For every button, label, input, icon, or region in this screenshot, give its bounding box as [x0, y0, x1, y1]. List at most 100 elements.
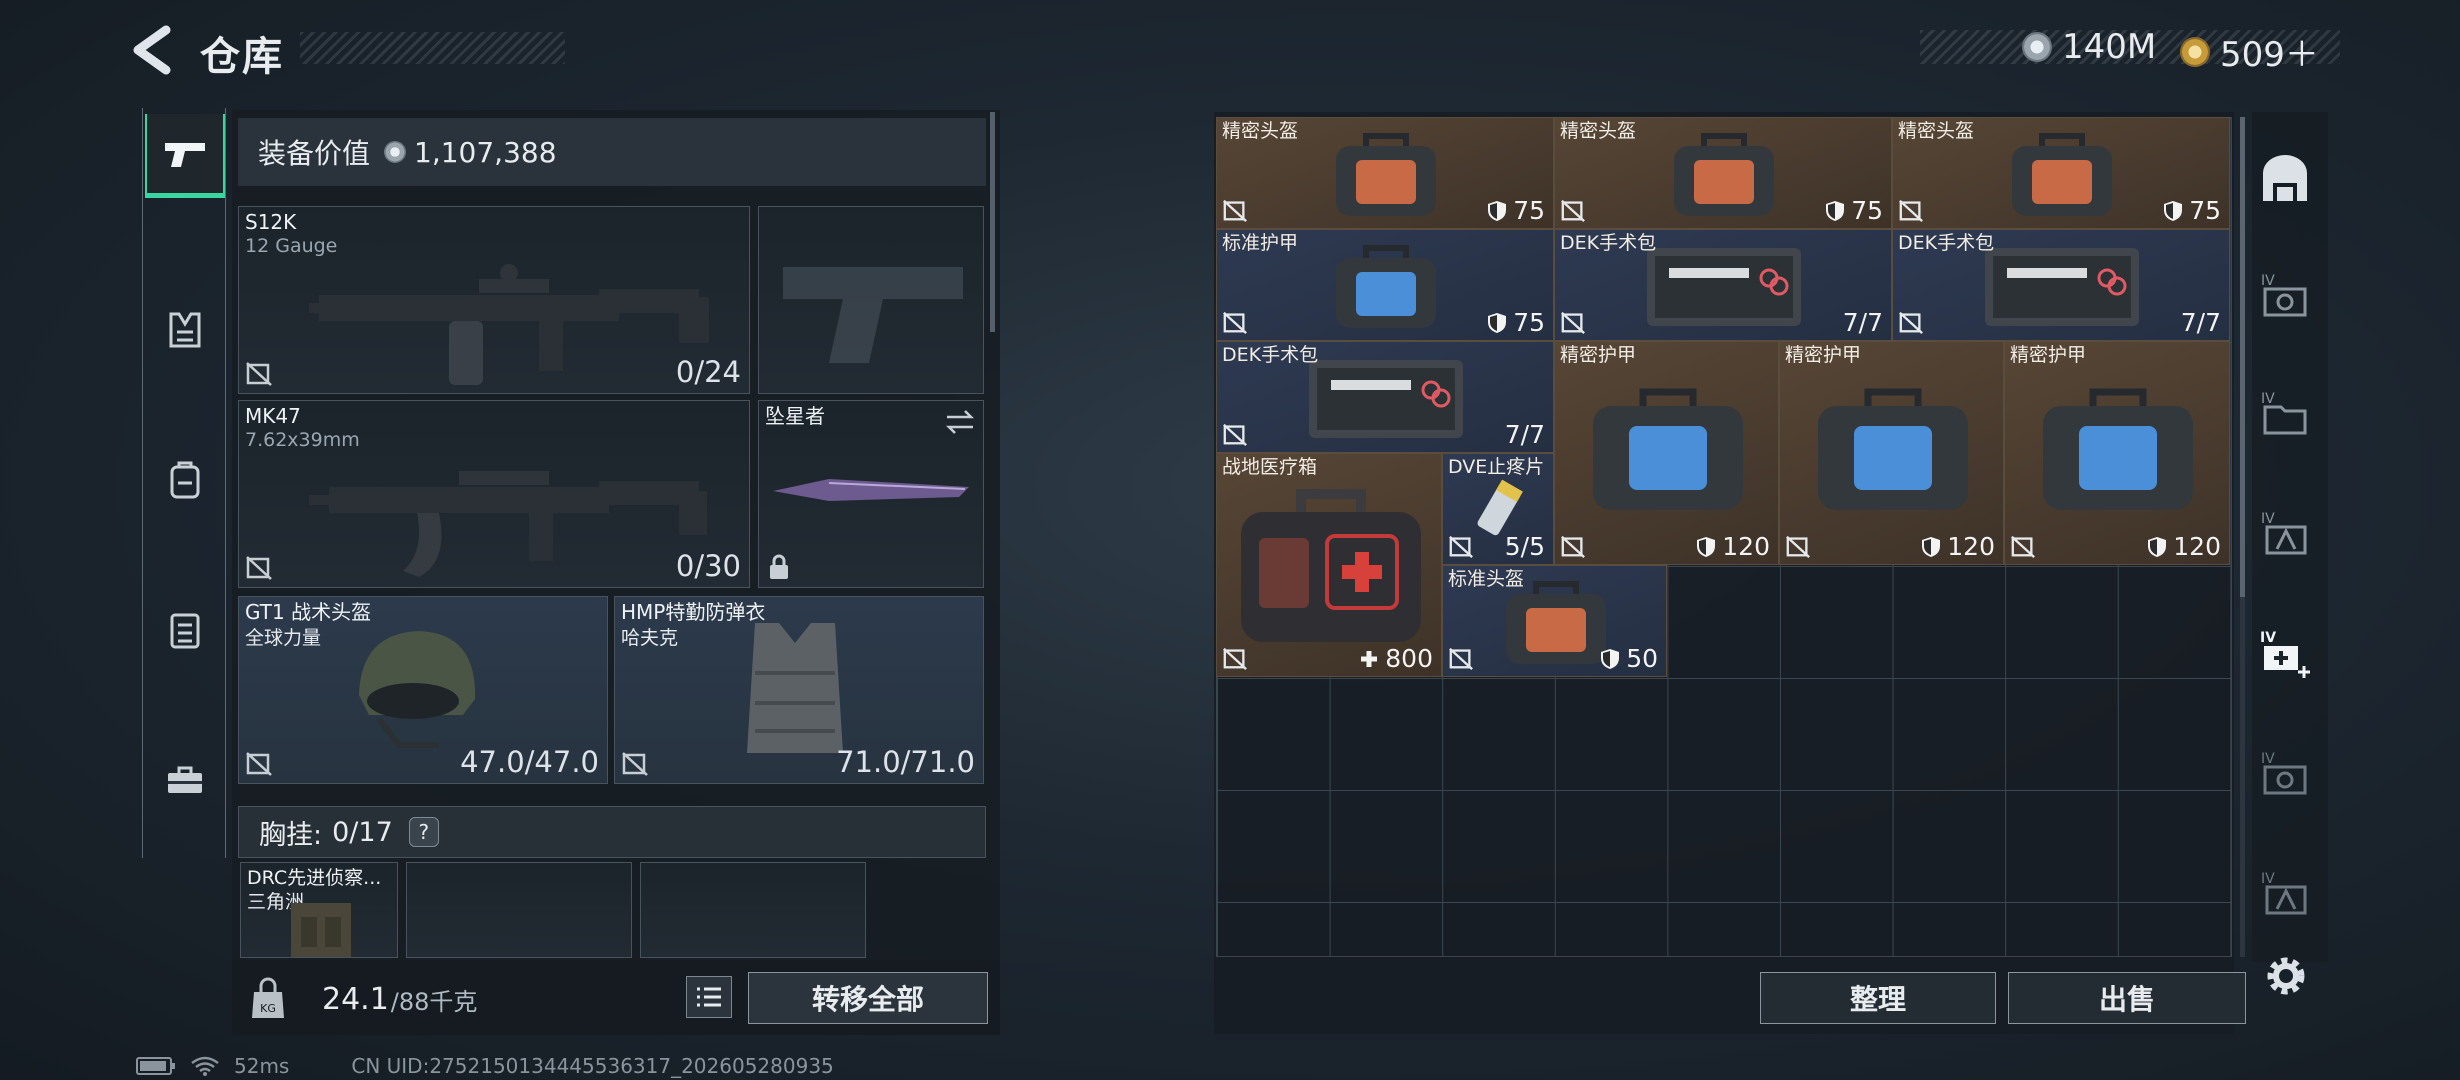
tab-case[interactable] — [145, 588, 225, 672]
ping-value: 52ms — [234, 1054, 290, 1078]
currency-coins: 140M — [2022, 27, 2156, 67]
stash-box-icon: IV — [2261, 273, 2307, 317]
medical-case-icon — [1241, 489, 1421, 642]
tab-toolbox[interactable] — [145, 738, 225, 822]
help-icon[interactable]: ? — [408, 817, 439, 847]
no-insure-icon — [2011, 535, 2035, 558]
surgery-kit-icon — [1647, 248, 1801, 326]
svg-text:IV: IV — [2261, 871, 2275, 887]
stash-item[interactable]: DEK手术包 7/7 — [1892, 229, 2230, 341]
stash-tab-2[interactable]: IV — [2252, 380, 2318, 446]
list-view-button[interactable] — [686, 976, 732, 1018]
page-title: 仓库 — [200, 34, 284, 80]
item-value: 120 — [1696, 532, 1770, 561]
item-value: 800 — [1359, 644, 1433, 673]
stash-tab-medical[interactable]: IV — [2252, 620, 2318, 686]
container-icon — [170, 613, 200, 649]
stash-scrollbar-thumb[interactable] — [2240, 117, 2245, 597]
helmet-durability: 47.0/47.0 — [460, 745, 599, 779]
stash-item[interactable]: DVE止疼片 5/5 — [1442, 453, 1554, 565]
coin-icon — [384, 141, 407, 163]
melee-slot[interactable]: 坠星者 — [758, 400, 984, 588]
carry-weight-value: 24.1 — [322, 982, 389, 1017]
stash-item[interactable]: 战地医疗箱 800 — [1216, 453, 1442, 677]
no-insure-icon — [1223, 423, 1247, 446]
equipment-value-bar: 装备价值 1,107,388 — [238, 118, 986, 186]
tab-chest-rig[interactable] — [145, 288, 225, 372]
loadout-scrollbar[interactable] — [990, 112, 995, 332]
item-value-text: 7/7 — [2180, 308, 2221, 337]
stash-tab-6[interactable]: IV — [2252, 860, 2318, 926]
stash-tab-3[interactable]: IV — [2252, 500, 2318, 566]
battery-icon — [136, 1057, 175, 1075]
chest-rig-label: 胸挂: — [259, 819, 323, 851]
stash-item[interactable]: 标准头盔 50 — [1442, 565, 1667, 677]
back-button[interactable] — [130, 24, 180, 76]
svg-text:KG: KG — [260, 1002, 276, 1015]
no-insure-icon — [246, 362, 272, 386]
stash-item[interactable]: 精密头盔 75 — [1216, 117, 1554, 229]
wifi-icon — [191, 1056, 219, 1076]
item-value: 75 — [1487, 308, 1545, 337]
armor-durability: 71.0/71.0 — [836, 745, 975, 779]
item-value-text: 120 — [2173, 532, 2221, 561]
secondary-weapon-slot[interactable]: MK47 7.62x39mm 0/30 — [238, 400, 750, 588]
melee-name: 坠星者 — [765, 404, 825, 428]
swap-icon[interactable] — [945, 409, 975, 435]
armor-bag-icon — [1817, 388, 1968, 510]
weapon-name: S12K — [245, 210, 297, 234]
stash-item[interactable]: 标准护甲 75 — [1216, 229, 1554, 341]
item-name: 战地医疗箱 — [1222, 456, 1318, 478]
primary-weapon-slot[interactable]: S12K 12 Gauge 0/24 — [238, 206, 750, 394]
stash-item[interactable]: 精密护甲 120 — [1779, 341, 2004, 565]
carry-weight-cap: /88千克 — [390, 988, 478, 1016]
stash-item[interactable]: 精密头盔 75 — [1554, 117, 1892, 229]
stash-tab-1[interactable]: IV — [2252, 262, 2318, 328]
pistol-slot[interactable] — [758, 206, 984, 394]
item-name: 精密护甲 — [1560, 344, 1637, 366]
item-value-text: 7/7 — [1504, 420, 1545, 449]
category-tabs — [142, 108, 226, 858]
armor-brand: 哈夫克 — [621, 627, 679, 649]
stash-tab-5[interactable]: IV — [2252, 740, 2318, 806]
armor-slot[interactable]: HMP特勤防弹衣 哈夫克 71.0/71.0 — [614, 596, 984, 784]
status-bar: 52ms CN UID:2752150134445536317_20260528… — [0, 1052, 2460, 1080]
equipment-value: 1,107,388 — [414, 135, 557, 169]
tab-weapons[interactable] — [145, 114, 225, 198]
title-decoration — [300, 32, 565, 64]
sort-button[interactable]: 整理 — [1760, 972, 1996, 1024]
tab-backpack[interactable] — [145, 438, 225, 522]
no-insure-icon — [1561, 311, 1585, 334]
stash-item[interactable]: DEK手术包 7/7 — [1554, 229, 1892, 341]
chest-pouch-slot[interactable] — [640, 862, 866, 958]
armor-bag-icon — [1592, 388, 1743, 510]
equipment-value-label: 装备价值 — [258, 137, 371, 170]
stash-tab-main[interactable] — [2252, 146, 2318, 212]
carry-weight: 24.1 /88千克 — [322, 982, 477, 1017]
item-value: 7/7 — [1843, 308, 1883, 337]
heal-plus-icon — [1361, 650, 1378, 667]
item-value: 75 — [1487, 196, 1545, 225]
transfer-all-button[interactable]: 转移全部 — [748, 972, 988, 1024]
sell-button[interactable]: 出售 — [2008, 972, 2246, 1024]
vest-icon — [169, 312, 201, 348]
item-value-text: 5/5 — [1504, 532, 1545, 561]
shield-icon — [2164, 200, 2183, 221]
gear-bag-icon — [2012, 133, 2112, 216]
chest-rig-slot[interactable]: DRC先进侦察... 三角洲 — [240, 862, 398, 958]
no-insure-icon — [1223, 311, 1247, 334]
stash-item[interactable]: 精密护甲 120 — [2004, 341, 2230, 565]
stash-item[interactable]: DEK手术包 7/7 — [1216, 341, 1554, 453]
item-name: DEK手术包 — [1898, 232, 1995, 254]
chest-pouch-slot[interactable] — [406, 862, 632, 958]
item-value-text: 75 — [1513, 308, 1545, 337]
stash-item[interactable]: 精密头盔 75 — [1892, 117, 2230, 229]
stash-item[interactable]: 精密护甲 120 — [1554, 341, 1779, 565]
currency-tokens[interactable]: 509＋ — [2180, 27, 2319, 76]
item-name: 标准头盔 — [1448, 568, 1525, 590]
settings-button[interactable] — [2260, 950, 2312, 1002]
svg-text:IV: IV — [2261, 751, 2275, 767]
item-value: 7/7 — [2181, 308, 2221, 337]
surgery-kit-icon — [1309, 360, 1463, 438]
helmet-slot[interactable]: GT1 战术头盔 全球力量 47.0/47.0 — [238, 596, 608, 784]
